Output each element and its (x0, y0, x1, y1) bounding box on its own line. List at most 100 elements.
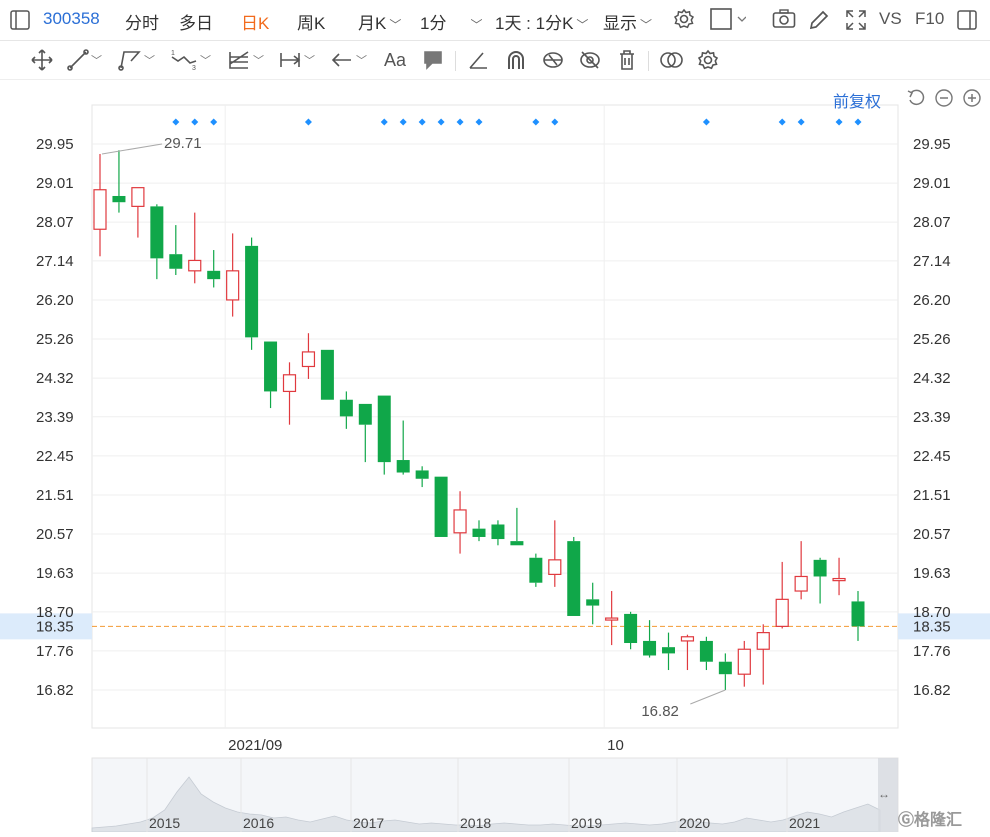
overview-navigator: 2015 2016 2017 2018 2019 2020 2021 ↔ (91, 757, 899, 833)
candlestick-chart[interactable]: 29.95 29.01 28.07 27.14 26.20 25.26 24.32 23.39… (0, 80, 990, 833)
price-adjust-button[interactable]: 前复权 (833, 88, 881, 112)
layout-toggle[interactable] (710, 8, 747, 35)
candle-down (377, 395, 391, 475)
top-bar: 300358 分时 多日 日K 周K 月K ﹀ 1分 ﹀ 1天 : 1分K ﹀ 显示 ﹀… (0, 0, 990, 41)
sidebar-toggle-icon[interactable] (10, 10, 30, 35)
candle-up (832, 557, 846, 596)
candle-body (377, 395, 391, 463)
tab-rik[interactable]: 日K (241, 9, 269, 34)
period-select[interactable]: 1天 : 1分K ﹀ (495, 9, 588, 34)
candle-body (510, 541, 524, 546)
y-tick-label-left: 22.45 (36, 448, 74, 465)
camera-icon[interactable] (772, 9, 796, 34)
hide-drawing-icon[interactable] (578, 47, 602, 73)
candle-up (680, 634, 695, 671)
candle-body (358, 403, 372, 425)
candle-up (737, 640, 751, 687)
candle-down (510, 507, 524, 546)
reset-icon[interactable] (906, 88, 926, 108)
comment-icon[interactable] (422, 47, 444, 73)
lock-drawing-icon[interactable] (541, 47, 565, 73)
toolbar-divider (648, 51, 649, 71)
overview-year-label: 2021 (789, 815, 820, 831)
y-tick-label-right: 26.20 (913, 292, 951, 309)
pencil-icon[interactable] (808, 9, 830, 36)
candle-down (643, 620, 657, 658)
candle-body (339, 399, 353, 417)
chart-settings-gear-icon[interactable] (697, 47, 719, 73)
wave-tool[interactable]: 1 3 ﹀ (170, 47, 211, 73)
candle-down (718, 653, 732, 690)
candle-up (282, 362, 297, 425)
candle-down (699, 636, 713, 671)
line-tool[interactable]: ﹀ (67, 47, 102, 73)
event-marker-diamond (418, 118, 426, 126)
min-annotation-label: 16.82 (641, 703, 679, 720)
candle-body (548, 559, 562, 575)
overlay-compare-icon[interactable] (658, 47, 686, 73)
candle-body (851, 601, 865, 627)
candle-body (794, 575, 808, 592)
f10-button[interactable]: F10 (915, 9, 944, 29)
zoom-in-icon[interactable] (962, 88, 982, 108)
vs-compare-button[interactable]: VS (879, 9, 902, 29)
arrow-tool[interactable]: ﹀ (330, 47, 367, 73)
event-marker-diamond (797, 118, 805, 126)
candle-up (301, 333, 316, 379)
right-panel-toggle-icon[interactable] (957, 10, 977, 35)
event-marker-diamond (475, 118, 483, 126)
x-tick-label: 10 (607, 737, 624, 754)
watermark-logo: Ⓖ格隆汇 (898, 806, 962, 830)
zoom-out-icon[interactable] (934, 88, 954, 108)
candle-up (794, 541, 808, 600)
candle-body (93, 189, 107, 230)
channel-tool[interactable]: ﹀ (118, 47, 155, 73)
display-menu[interactable]: 显示 ﹀ (603, 9, 652, 34)
candle-up (756, 624, 770, 685)
chart-area[interactable]: 29.95 29.01 28.07 27.14 26.20 25.26 24.32 23.39… (0, 80, 990, 833)
magnet-icon[interactable] (505, 47, 527, 73)
angle-tool[interactable] (467, 47, 489, 73)
event-marker-diamond (532, 118, 540, 126)
min-annotation-leader (690, 689, 726, 705)
y-tick-label-left: 29.01 (36, 175, 74, 192)
overview-year-label: 2016 (243, 815, 274, 831)
candle-body (832, 577, 846, 582)
fib-tool[interactable]: ﹀ (227, 47, 264, 73)
move-cross-icon[interactable] (30, 47, 54, 73)
candle-down (207, 250, 221, 288)
settings-gear-icon[interactable] (673, 8, 695, 35)
chevron-down-icon: ﹀ (640, 18, 653, 32)
tab-yuek[interactable]: 月K ﹀ (358, 9, 401, 34)
candle-body (434, 476, 448, 537)
tab-1fen[interactable]: 1分 ﹀ (420, 9, 482, 34)
y-tick-label-left: 29.95 (36, 136, 74, 153)
stock-symbol[interactable]: 300358 (43, 9, 100, 29)
overview-year-label: 2019 (571, 815, 602, 831)
measure-tool[interactable]: ﹀ (278, 47, 315, 73)
chevron-down-icon: ﹀ (356, 55, 367, 67)
candle-down (813, 557, 827, 604)
candle-down (358, 403, 372, 463)
fullscreen-icon[interactable] (845, 9, 867, 36)
event-marker-diamond (835, 118, 843, 126)
candle-down (491, 520, 505, 546)
text-tool[interactable]: Aa (384, 47, 406, 73)
candle-body (624, 613, 638, 644)
candle-up (131, 187, 145, 238)
event-marker-diamond (399, 118, 407, 126)
tab-zhouk[interactable]: 周K (297, 9, 325, 34)
event-marker-diamond (172, 118, 180, 126)
y-tick-label-left: 28.07 (36, 214, 74, 231)
event-marker-diamond (456, 118, 464, 126)
overview-year-label: 2015 (149, 815, 180, 831)
trash-icon[interactable] (616, 47, 638, 73)
y-tick-label-right: 28.07 (913, 214, 951, 231)
tab-duori[interactable]: 多日 (179, 9, 213, 34)
event-marker-diamond (210, 118, 218, 126)
event-marker-diamond (304, 118, 312, 126)
tab-fenshi[interactable]: 分时 (125, 9, 159, 34)
y-tick-label-right: 27.14 (913, 253, 951, 270)
y-tick-label-right: 21.51 (913, 487, 951, 504)
candle-body (188, 259, 202, 272)
